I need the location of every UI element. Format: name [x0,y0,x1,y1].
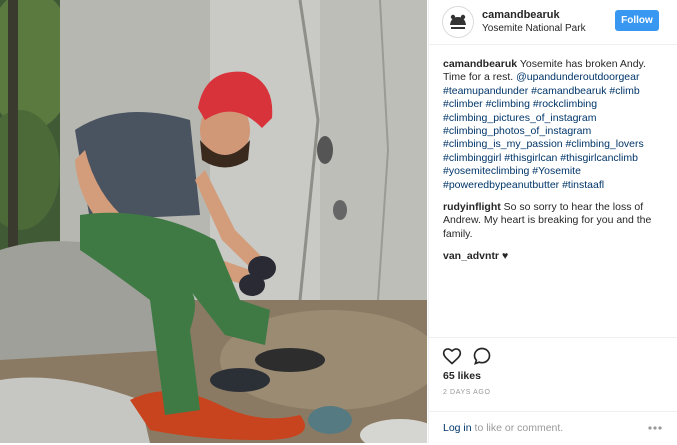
likes-count[interactable]: 65 likes [443,370,481,382]
post-location[interactable]: Yosemite National Park [482,23,586,34]
comment-item: van_advntr ♥ [443,250,665,263]
bear-logo-icon [444,8,472,36]
caption-hashtags[interactable]: @upandunderoutdoorgear #teamupandunder #… [443,71,644,190]
post-photo [0,0,427,443]
post-side-panel: camandbearuk Yosemite National Park Foll… [428,0,677,443]
login-text: Log in to like or comment. [443,422,563,434]
avatar[interactable] [442,6,474,38]
caption-username[interactable]: camandbearuk [443,58,517,70]
post-actions: 65 likes 2 DAYS AGO Log in to like or co… [429,337,677,444]
climber-photo-illustration [0,0,427,443]
instagram-post: camandbearuk Yosemite National Park Foll… [0,0,677,443]
comment-text: ♥ [501,250,509,263]
caption: camandbearuk Yosemite has broken Andy. T… [443,58,665,192]
follow-button[interactable]: Follow [615,10,659,31]
comments-list: camandbearuk Yosemite has broken Andy. T… [443,58,665,273]
comment-bubble-icon[interactable] [472,346,492,366]
login-link[interactable]: Log in [443,422,472,434]
comment-username[interactable]: rudyinflight [443,201,501,213]
post-header: camandbearuk Yosemite National Park Foll… [429,0,677,45]
post-username[interactable]: camandbearuk [482,9,560,21]
more-options-icon[interactable] [647,425,663,431]
login-prompt: Log in to like or comment. [429,411,677,445]
comment-item: rudyinflight So so sorry to hear the los… [443,201,665,241]
login-rest: to like or comment. [474,422,564,434]
comment-username[interactable]: van_advntr [443,250,499,262]
heart-icon[interactable] [442,346,462,366]
post-timestamp: 2 DAYS AGO [443,389,491,396]
